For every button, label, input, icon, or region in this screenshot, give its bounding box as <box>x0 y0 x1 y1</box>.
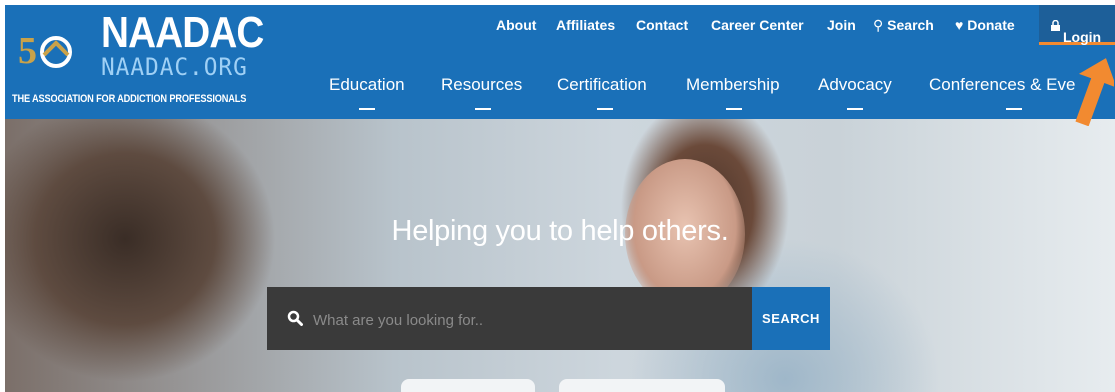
annotation-arrow-icon <box>1075 58 1114 126</box>
nav-link-join[interactable]: Join <box>827 17 856 33</box>
nav-item-resources[interactable]: Resources <box>441 75 522 95</box>
heart-icon: ♥ <box>955 17 964 33</box>
lock-icon <box>1051 19 1060 31</box>
nav-dash-membership <box>726 108 742 110</box>
hero-headline: Helping you to help others. <box>391 215 729 247</box>
nav-dash-advocacy <box>847 108 863 110</box>
login-button[interactable]: Login <box>1039 5 1115 45</box>
nav-link-contact[interactable]: Contact <box>636 17 688 33</box>
hero-search-box <box>267 287 752 350</box>
nav-dash-education <box>359 108 375 110</box>
utility-nav: About Affiliates Contact Career Center J… <box>5 5 1115 45</box>
nav-dash-certification <box>597 108 613 110</box>
nav-link-about[interactable]: About <box>496 17 536 33</box>
nav-item-membership[interactable]: Membership <box>686 75 780 95</box>
logo-site-text: NAADAC.ORG <box>101 53 248 81</box>
nav-link-donate[interactable]: ♥ Donate <box>955 17 1015 33</box>
search-button[interactable]: SEARCH <box>752 287 830 350</box>
quick-link-card[interactable] <box>401 379 535 392</box>
nav-item-education[interactable]: Education <box>329 75 405 95</box>
nav-link-search[interactable]: ⚲ Search <box>873 17 934 34</box>
search-icon <box>287 310 303 326</box>
nav-link-donate-label: Donate <box>967 17 1015 33</box>
quick-link-card[interactable] <box>559 379 725 392</box>
nav-link-search-label: Search <box>887 17 934 33</box>
login-button-content: Login <box>1051 17 1101 45</box>
search-icon: ⚲ <box>873 17 884 33</box>
search-input[interactable] <box>311 306 735 334</box>
hero-banner: Helping you to help others. SEARCH <box>5 119 1115 392</box>
nav-item-certification[interactable]: Certification <box>557 75 647 95</box>
login-label: Login <box>1063 29 1102 45</box>
nav-item-advocacy[interactable]: Advocacy <box>818 75 892 95</box>
nav-link-affiliates[interactable]: Affiliates <box>556 17 615 33</box>
site-header: 5 NAADAC NAADAC.ORG THE ASSOCIATION FOR … <box>5 5 1115 119</box>
nav-item-conferences[interactable]: Conferences & Eve <box>929 75 1075 95</box>
nav-link-career-center[interactable]: Career Center <box>711 17 804 33</box>
nav-dash-resources <box>475 108 491 110</box>
nav-dash-conferences <box>1006 108 1022 110</box>
logo-tagline: THE ASSOCIATION FOR ADDICTION PROFESSION… <box>12 93 247 105</box>
